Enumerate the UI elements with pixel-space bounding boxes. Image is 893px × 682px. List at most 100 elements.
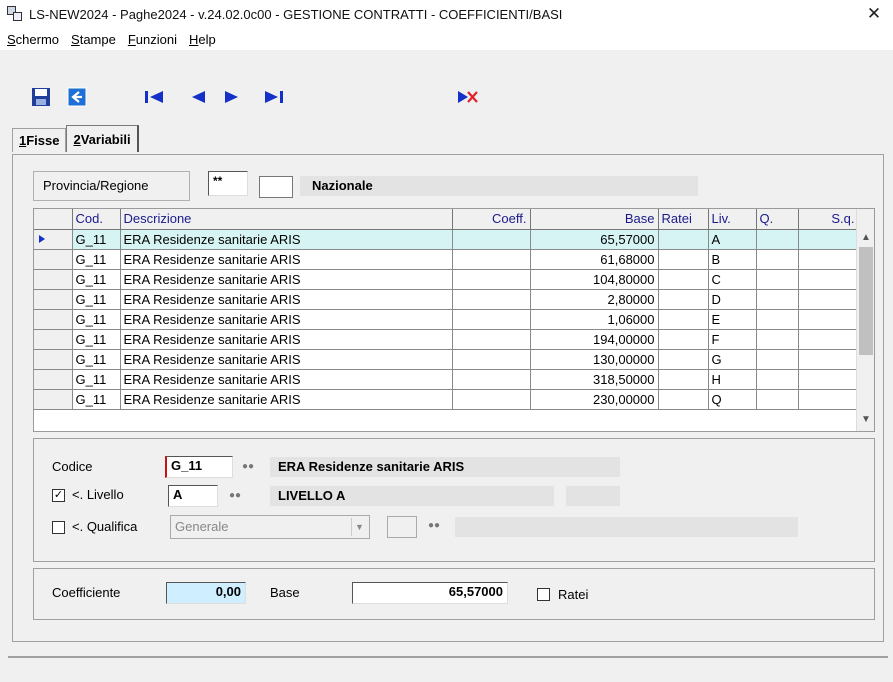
tab-variabili[interactable]: 2 Variabili xyxy=(66,125,139,152)
codice-lookup-icon[interactable]: ●● xyxy=(242,461,254,472)
cell-cod[interactable]: G_11 xyxy=(72,329,121,350)
cell-ratei[interactable] xyxy=(658,349,709,370)
table-row[interactable]: G_11 ERA Residenze sanitarie ARIS 230,00… xyxy=(34,389,859,410)
back-button[interactable] xyxy=(66,86,88,108)
header-descrizione[interactable]: Descrizione xyxy=(120,209,453,230)
cell-cod[interactable]: G_11 xyxy=(72,349,121,370)
grid-vertical-scrollbar[interactable]: ▲ ▼ xyxy=(856,209,874,431)
cell-sq[interactable] xyxy=(798,269,859,290)
cell-q[interactable] xyxy=(756,329,799,350)
save-button[interactable] xyxy=(30,86,52,108)
cell-descrizione[interactable]: ERA Residenze sanitarie ARIS xyxy=(120,249,453,270)
header-ratei[interactable]: Ratei xyxy=(658,209,709,230)
cell-ratei[interactable] xyxy=(658,369,709,390)
cell-base[interactable]: 130,00000 xyxy=(530,349,659,370)
qualifica-code-input[interactable] xyxy=(387,516,417,538)
cell-coeff[interactable] xyxy=(452,309,531,330)
cell-liv[interactable]: B xyxy=(708,249,757,270)
coefficiente-input[interactable]: 0,00 xyxy=(166,582,246,604)
cell-coeff[interactable] xyxy=(452,389,531,410)
table-row[interactable]: G_11 ERA Residenze sanitarie ARIS 65,570… xyxy=(34,229,859,250)
cell-sq[interactable] xyxy=(798,349,859,370)
cell-q[interactable] xyxy=(756,229,799,250)
table-row[interactable]: G_11 ERA Residenze sanitarie ARIS 104,80… xyxy=(34,269,859,290)
header-liv[interactable]: Liv. xyxy=(708,209,757,230)
menu-stampe[interactable]: Stampe xyxy=(71,32,116,47)
qualifica-select[interactable]: Generale ▼ xyxy=(170,515,370,539)
cell-coeff[interactable] xyxy=(452,269,531,290)
cell-base[interactable]: 65,57000 xyxy=(530,229,659,250)
table-row[interactable]: G_11 ERA Residenze sanitarie ARIS 1,0600… xyxy=(34,309,859,330)
header-cod[interactable]: Cod. xyxy=(72,209,121,230)
cell-sq[interactable] xyxy=(798,229,859,250)
cell-ratei[interactable] xyxy=(658,329,709,350)
close-button[interactable]: ✕ xyxy=(863,3,885,25)
cell-base[interactable]: 1,06000 xyxy=(530,309,659,330)
livello-input[interactable]: A xyxy=(168,485,218,507)
cell-ratei[interactable] xyxy=(658,229,709,250)
menu-schermo[interactable]: Schermo xyxy=(7,32,59,47)
first-record-button[interactable] xyxy=(140,86,168,108)
next-record-button[interactable] xyxy=(220,86,244,108)
qualifica-checkbox[interactable] xyxy=(52,521,65,534)
cell-liv[interactable]: G xyxy=(708,349,757,370)
cell-coeff[interactable] xyxy=(452,249,531,270)
cell-q[interactable] xyxy=(756,369,799,390)
cell-ratei[interactable] xyxy=(658,269,709,290)
cell-ratei[interactable] xyxy=(658,249,709,270)
cell-sq[interactable] xyxy=(798,329,859,350)
cell-liv[interactable]: E xyxy=(708,309,757,330)
menu-funzioni[interactable]: Funzioni xyxy=(128,32,177,47)
header-coeff[interactable]: Coeff. xyxy=(452,209,531,230)
cell-q[interactable] xyxy=(756,349,799,370)
cell-ratei[interactable] xyxy=(658,389,709,410)
table-row[interactable]: G_11 ERA Residenze sanitarie ARIS 61,680… xyxy=(34,249,859,270)
table-row[interactable]: G_11 ERA Residenze sanitarie ARIS 318,50… xyxy=(34,369,859,390)
chevron-down-icon[interactable]: ▼ xyxy=(351,518,367,536)
scroll-thumb[interactable] xyxy=(859,247,873,355)
cell-sq[interactable] xyxy=(798,289,859,310)
cell-descrizione[interactable]: ERA Residenze sanitarie ARIS xyxy=(120,269,453,290)
livello-checkbox[interactable]: ✓ xyxy=(52,489,65,502)
cell-coeff[interactable] xyxy=(452,329,531,350)
qualifica-lookup-icon[interactable]: ●● xyxy=(428,520,440,531)
provincia-sub-input[interactable] xyxy=(259,176,293,198)
cell-coeff[interactable] xyxy=(452,369,531,390)
cell-descrizione[interactable]: ERA Residenze sanitarie ARIS xyxy=(120,309,453,330)
livello-lookup-icon[interactable]: ●● xyxy=(229,490,241,501)
cell-descrizione[interactable]: ERA Residenze sanitarie ARIS xyxy=(120,389,453,410)
cell-ratei[interactable] xyxy=(658,309,709,330)
cell-descrizione[interactable]: ERA Residenze sanitarie ARIS xyxy=(120,349,453,370)
cell-sq[interactable] xyxy=(798,249,859,270)
delete-record-button[interactable] xyxy=(455,86,481,108)
scroll-up-icon[interactable]: ▲ xyxy=(857,229,874,247)
cell-liv[interactable]: C xyxy=(708,269,757,290)
cell-q[interactable] xyxy=(756,249,799,270)
scroll-down-icon[interactable]: ▼ xyxy=(857,411,874,429)
cell-cod[interactable]: G_11 xyxy=(72,249,121,270)
cell-liv[interactable]: A xyxy=(708,229,757,250)
cell-base[interactable]: 61,68000 xyxy=(530,249,659,270)
cell-coeff[interactable] xyxy=(452,349,531,370)
header-base[interactable]: Base xyxy=(530,209,659,230)
cell-cod[interactable]: G_11 xyxy=(72,289,121,310)
table-row[interactable]: G_11 ERA Residenze sanitarie ARIS 130,00… xyxy=(34,349,859,370)
cell-base[interactable]: 230,00000 xyxy=(530,389,659,410)
header-q[interactable]: Q. xyxy=(756,209,799,230)
cell-coeff[interactable] xyxy=(452,289,531,310)
tab-fisse[interactable]: 1 Fisse xyxy=(12,128,67,152)
menu-help[interactable]: Help xyxy=(189,32,216,47)
cell-base[interactable]: 2,80000 xyxy=(530,289,659,310)
cell-cod[interactable]: G_11 xyxy=(72,269,121,290)
cell-liv[interactable]: D xyxy=(708,289,757,310)
cell-descrizione[interactable]: ERA Residenze sanitarie ARIS xyxy=(120,229,453,250)
cell-coeff[interactable] xyxy=(452,229,531,250)
cell-q[interactable] xyxy=(756,389,799,410)
last-record-button[interactable] xyxy=(260,86,288,108)
cell-base[interactable]: 194,00000 xyxy=(530,329,659,350)
cell-descrizione[interactable]: ERA Residenze sanitarie ARIS xyxy=(120,329,453,350)
cell-sq[interactable] xyxy=(798,389,859,410)
cell-base[interactable]: 104,80000 xyxy=(530,269,659,290)
cell-sq[interactable] xyxy=(798,309,859,330)
cell-ratei[interactable] xyxy=(658,289,709,310)
